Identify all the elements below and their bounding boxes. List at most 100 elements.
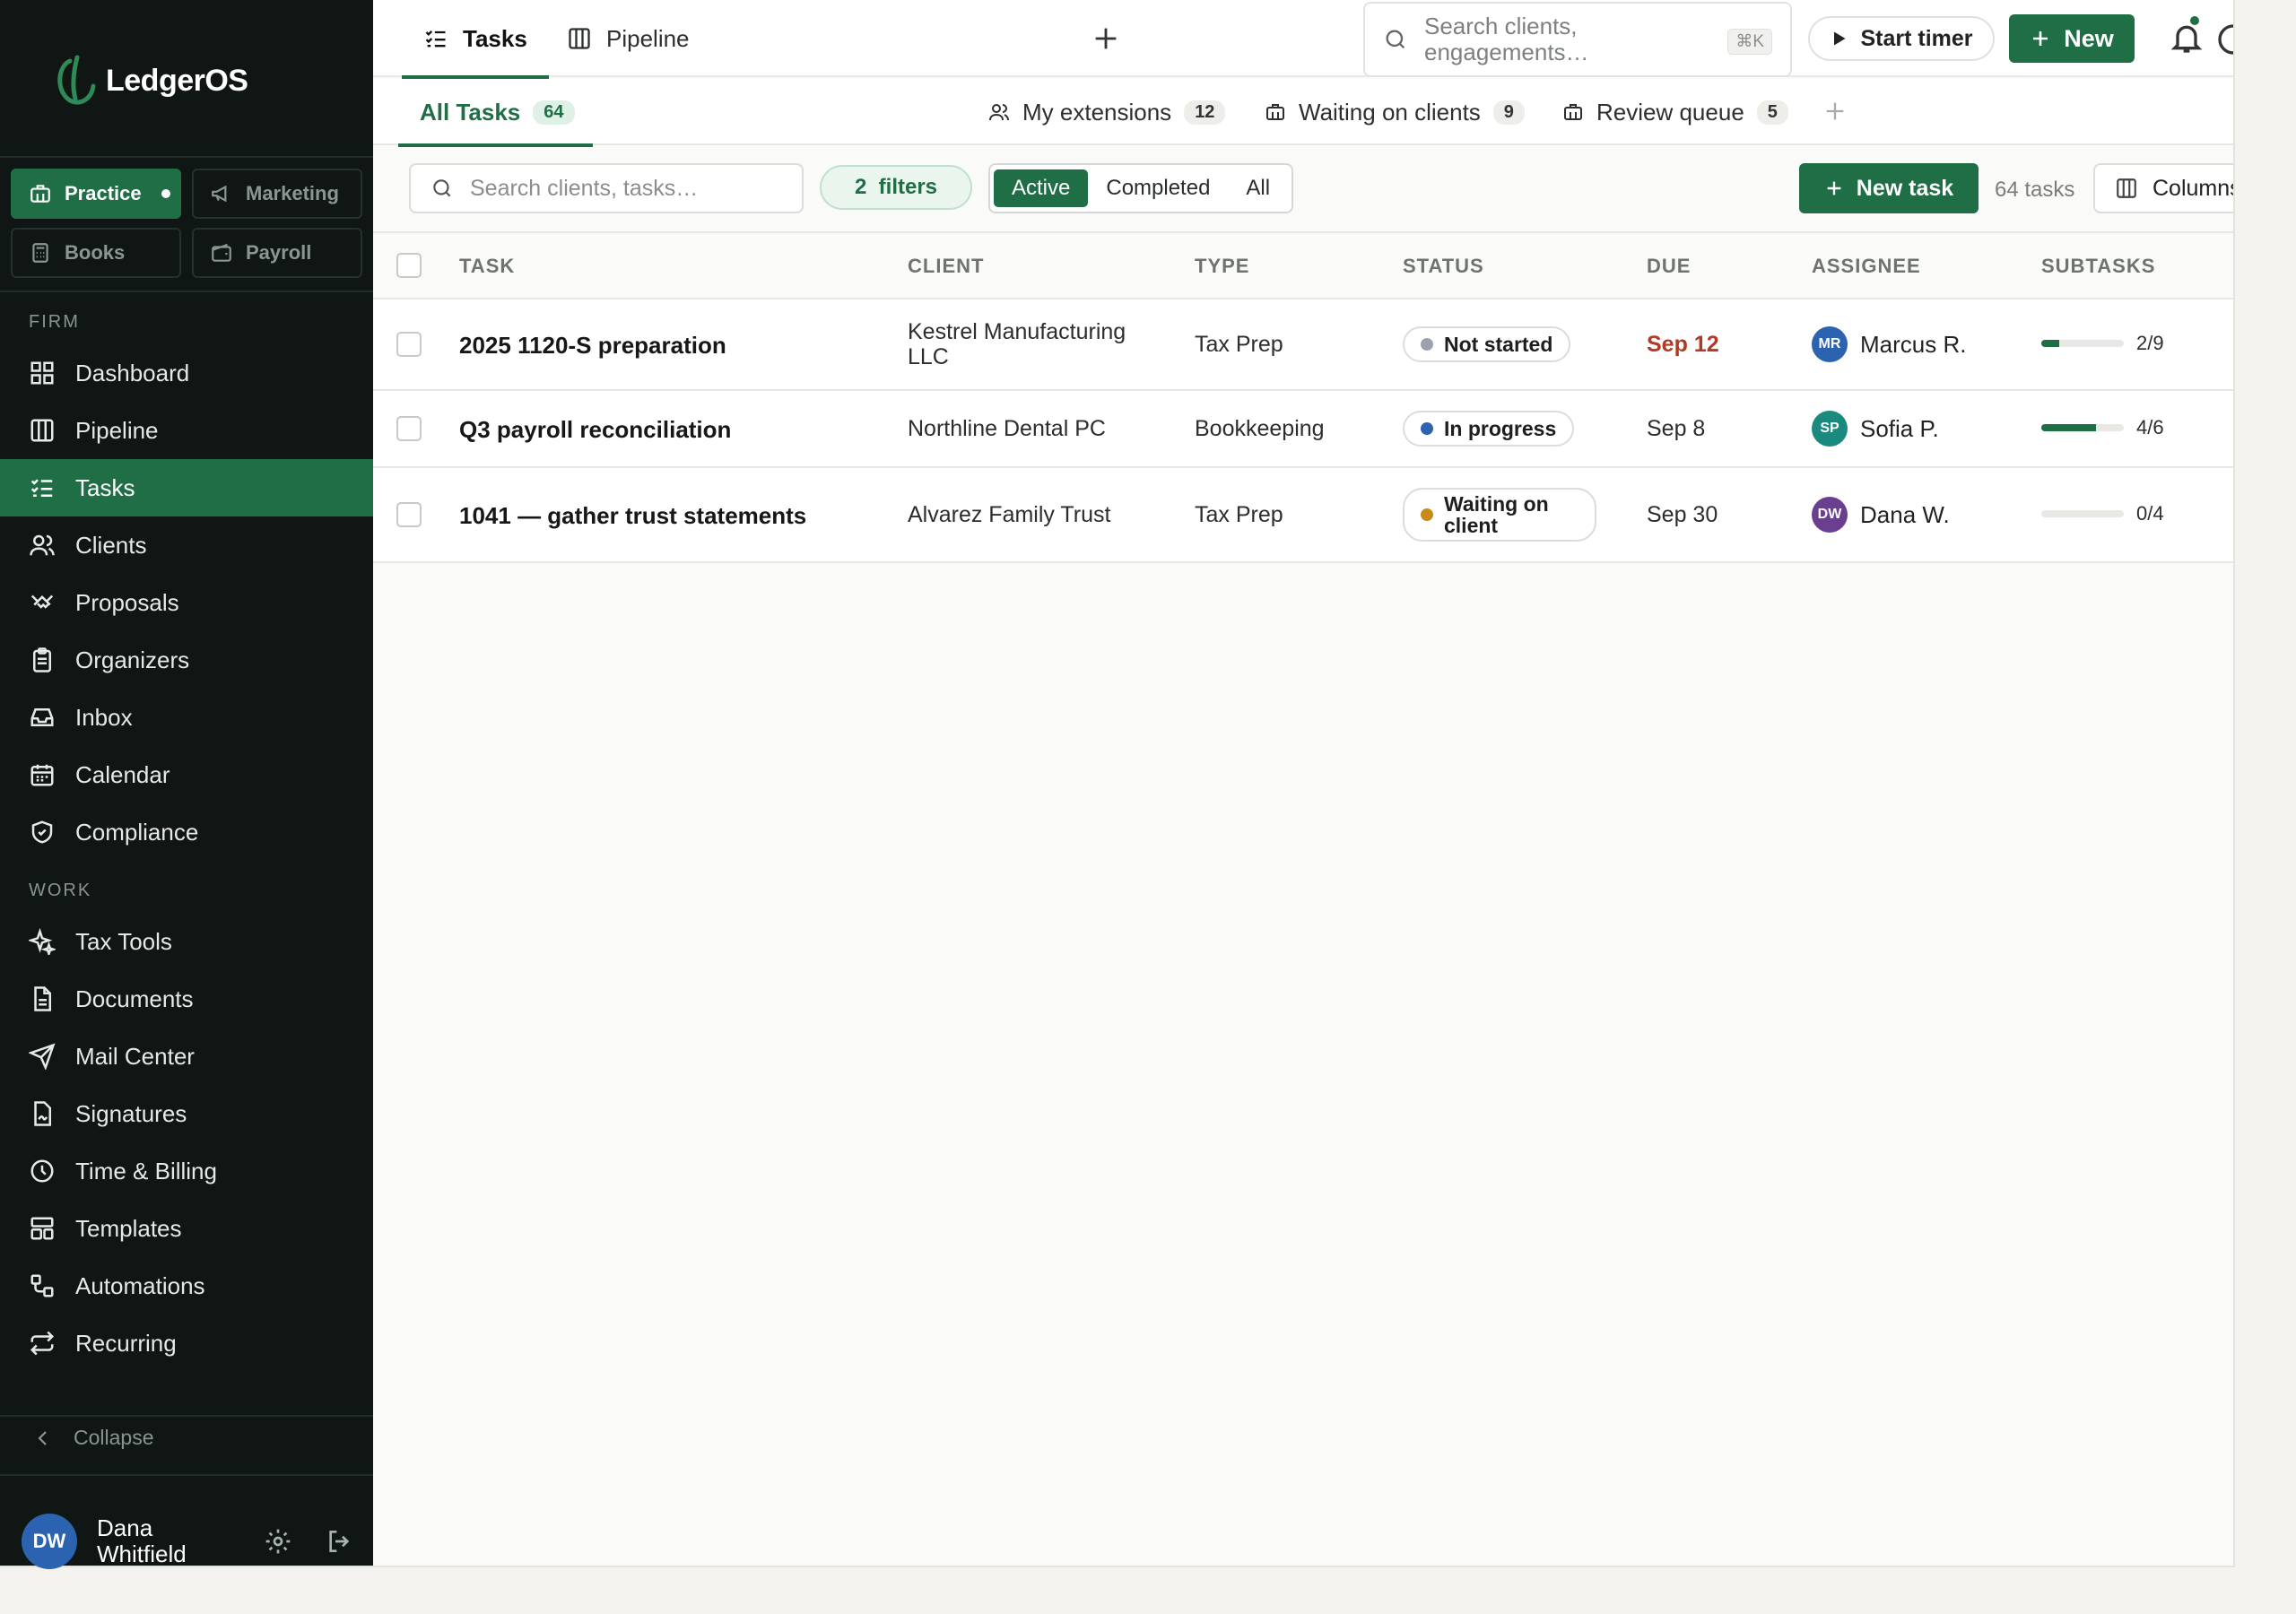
client-name[interactable]: Northline Dental PC — [908, 416, 1106, 442]
subtask-count: 2/9 — [2136, 332, 2164, 354]
column-header-status[interactable]: STATUS — [1403, 255, 1484, 278]
segment-all[interactable]: All — [1228, 169, 1288, 207]
sidebar-item-label: Tax Tools — [75, 927, 172, 955]
row-checkbox[interactable] — [396, 332, 422, 357]
view-waiting-on-clients[interactable]: Waiting on clients 9 — [1265, 79, 1525, 145]
sidebar-item-automations[interactable]: Automations — [0, 1257, 373, 1315]
row-checkbox[interactable] — [396, 502, 422, 527]
sidebar-item-templates[interactable]: Templates — [0, 1200, 373, 1257]
subtask-progress: 0/4 — [2041, 502, 2164, 525]
view-count-badge: 9 — [1492, 100, 1525, 125]
tab-tasks[interactable]: Tasks — [402, 0, 549, 79]
segment-active[interactable]: Active — [994, 169, 1089, 207]
client-name[interactable]: Alvarez Family Trust — [908, 502, 1110, 528]
assignee-name: Dana W. — [1860, 500, 1950, 528]
sidebar-item-compliance[interactable]: Compliance — [0, 803, 373, 861]
product-marketing[interactable]: Marketing — [192, 169, 362, 219]
collapse-sidebar-button[interactable]: Collapse — [32, 1426, 154, 1450]
tab-pipeline[interactable]: Pipeline — [567, 0, 690, 77]
inbox-icon — [30, 708, 54, 726]
product-books[interactable]: Books — [11, 228, 181, 278]
subtask-progress: 4/6 — [2041, 416, 2164, 439]
bell-icon[interactable] — [2169, 20, 2205, 56]
status-label: In progress — [1444, 416, 1557, 440]
assignee-name: Sofia P. — [1860, 414, 1939, 442]
task-search-input[interactable]: Search clients, tasks… — [409, 163, 804, 213]
logout-icon[interactable] — [325, 1527, 353, 1556]
task-name[interactable]: 1041 — gather trust statements — [459, 502, 806, 530]
gear-icon[interactable] — [264, 1527, 292, 1556]
sidebar-item-label: Automations — [75, 1271, 205, 1299]
assignee-name: Marcus R. — [1860, 330, 1967, 358]
product-practice[interactable]: Practice — [11, 169, 181, 219]
assignee[interactable]: DW Dana W. — [1812, 497, 1950, 533]
product-payroll[interactable]: Payroll — [192, 228, 362, 278]
status-badge[interactable]: Waiting on client — [1403, 488, 1596, 542]
sidebar-item-mail-center[interactable]: Mail Center — [0, 1028, 373, 1085]
calculator-icon — [32, 243, 48, 263]
add-view-icon[interactable] — [1822, 99, 1848, 124]
status-badge[interactable]: In progress — [1403, 411, 1575, 447]
brand-logo[interactable]: LedgerOS — [50, 54, 248, 108]
sidebar-item-time-billing[interactable]: Time & Billing — [0, 1142, 373, 1200]
start-timer-button[interactable]: Start timer — [1808, 16, 1995, 61]
active-dot — [161, 189, 170, 198]
subtask-progress: 2/9 — [2041, 332, 2164, 355]
columns-button[interactable]: Columns — [2093, 163, 2233, 213]
sidebar-item-label: Tasks — [75, 473, 135, 501]
sidebar-item-pipeline[interactable]: Pipeline — [0, 402, 373, 459]
global-search-input[interactable]: Search clients, engagements… ⌘K — [1363, 2, 1792, 77]
sidebar-item-organizers[interactable]: Organizers — [0, 631, 373, 689]
briefcase-icon — [30, 185, 50, 203]
sidebar-item-proposals[interactable]: Proposals — [0, 574, 373, 631]
avatar[interactable]: DW — [22, 1514, 77, 1569]
sidebar-item-label: Proposals — [75, 588, 179, 616]
sidebar-item-tax-tools[interactable]: Tax Tools — [0, 913, 373, 970]
sidebar-item-signatures[interactable]: Signatures — [0, 1085, 373, 1142]
assignee[interactable]: SP Sofia P. — [1812, 411, 1939, 447]
sidebar-item-label: Templates — [75, 1214, 182, 1242]
select-all-checkbox[interactable] — [396, 253, 422, 278]
sidebar-item-dashboard[interactable]: Dashboard — [0, 344, 373, 402]
table-row[interactable]: 1041 — gather trust statements Alvarez F… — [373, 468, 2233, 563]
row-checkbox[interactable] — [396, 416, 422, 441]
column-header-type[interactable]: TYPE — [1195, 255, 1249, 278]
add-tab-icon[interactable] — [1091, 23, 1121, 54]
task-name[interactable]: Q3 payroll reconciliation — [459, 416, 731, 444]
sidebar-item-label: Recurring — [75, 1329, 177, 1357]
sidebar-item-inbox[interactable]: Inbox — [0, 689, 373, 746]
view-label: My extensions — [1022, 98, 1172, 126]
clipboard-icon — [33, 647, 51, 672]
help-icon[interactable] — [2215, 22, 2233, 57]
filters-button[interactable]: 2 filters — [820, 165, 972, 210]
sidebar-item-tasks[interactable]: Tasks — [0, 459, 373, 516]
checklist-icon — [30, 479, 53, 497]
subtask-count: 4/6 — [2136, 416, 2164, 438]
view-my-extensions[interactable]: My extensions 12 — [988, 79, 1226, 145]
column-header-due[interactable]: DUE — [1647, 255, 1691, 278]
column-header-assignee[interactable]: ASSIGNEE — [1812, 255, 1921, 278]
new-button[interactable]: New — [2009, 14, 2135, 63]
new-task-button[interactable]: New task — [1799, 163, 1979, 213]
sidebar-item-recurring[interactable]: Recurring — [0, 1315, 373, 1372]
sidebar-item-clients[interactable]: Clients — [0, 516, 373, 574]
view-review-queue[interactable]: Review queue 5 — [1562, 79, 1788, 145]
segment-completed[interactable]: Completed — [1088, 169, 1228, 207]
assignee[interactable]: MR Marcus R. — [1812, 326, 1966, 362]
task-name[interactable]: 2025 1120-S preparation — [459, 332, 726, 360]
column-header-client[interactable]: CLIENT — [908, 255, 984, 278]
task-type: Tax Prep — [1195, 502, 1283, 527]
sidebar-item-calendar[interactable]: Calendar — [0, 746, 373, 803]
sidebar-item-documents[interactable]: Documents — [0, 970, 373, 1028]
column-header-task[interactable]: TASK — [459, 255, 515, 278]
section-label-firm: FIRM — [29, 312, 80, 332]
nav-work: Tax Tools Documents Mail Center Signatur… — [0, 913, 373, 1372]
search-placeholder: Search clients, engagements… — [1424, 13, 1589, 65]
client-name[interactable]: Kestrel Manufacturing LLC — [908, 319, 1150, 369]
status-badge[interactable]: Not started — [1403, 326, 1571, 362]
column-header-subtasks[interactable]: SUBTASKS — [2041, 255, 2155, 278]
play-icon — [1834, 31, 1846, 46]
view-all-tasks[interactable]: All Tasks 64 — [398, 79, 592, 147]
table-row[interactable]: Q3 payroll reconciliation Northline Dent… — [373, 391, 2233, 468]
table-row[interactable]: 2025 1120-S preparation Kestrel Manufact… — [373, 299, 2233, 391]
